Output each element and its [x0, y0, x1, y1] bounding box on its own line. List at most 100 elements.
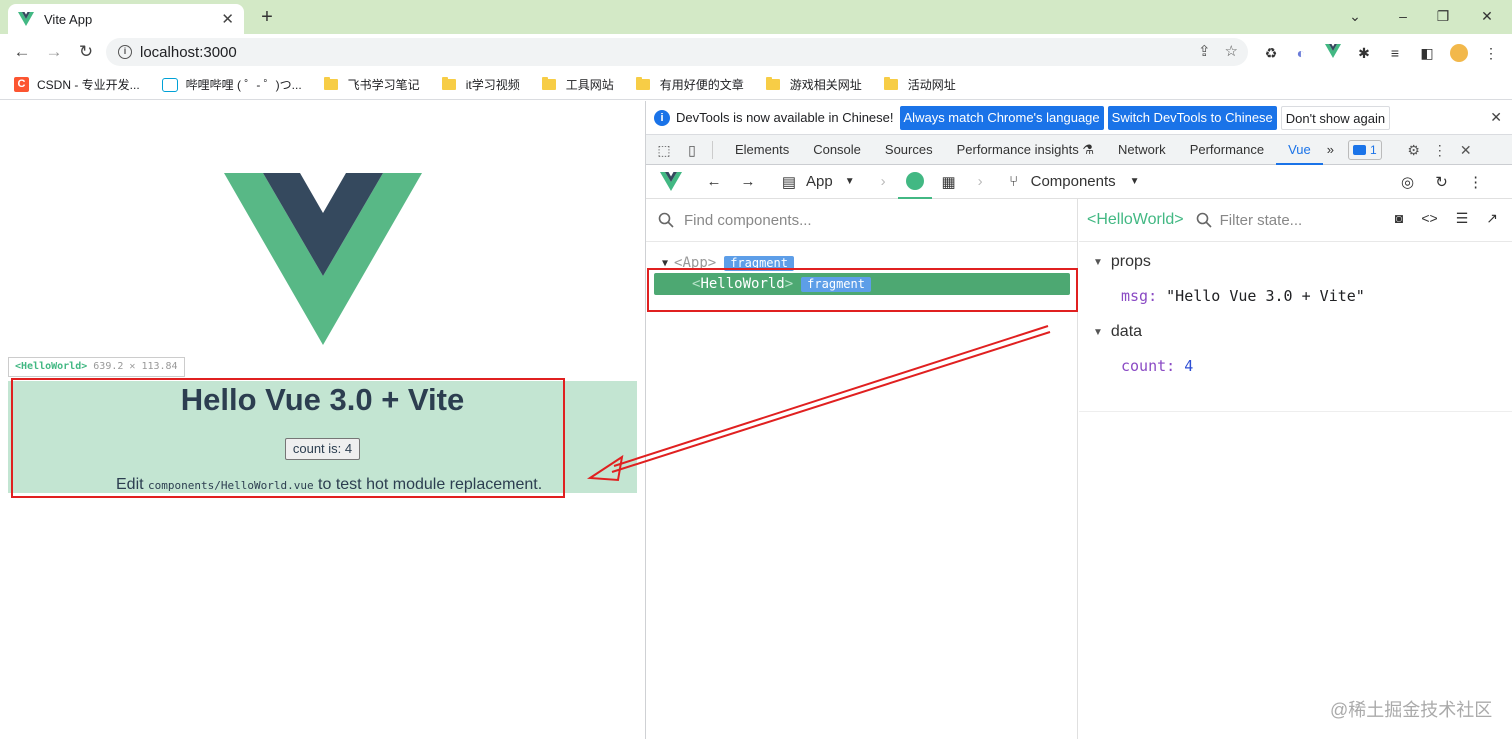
- tab-close-icon[interactable]: ✕: [221, 10, 234, 28]
- vue-menu-icon[interactable]: ⋮: [1466, 173, 1486, 191]
- bookmark-item[interactable]: 哔哩哔哩 ( ゜- ゜)つ...: [161, 76, 302, 93]
- extensions-puzzle-icon[interactable]: ✱: [1355, 44, 1373, 62]
- app-dropdown-chevron-icon[interactable]: ▼: [845, 176, 855, 187]
- reading-list-icon[interactable]: ≡: [1386, 44, 1404, 62]
- inspect-element-icon[interactable]: ⬚: [654, 140, 674, 160]
- vue-devtools-extension-icon[interactable]: [1324, 44, 1342, 62]
- breadcrumb-chevron-icon: ›: [880, 173, 886, 190]
- folder-icon: [765, 77, 780, 90]
- tab-title: Vite App: [44, 11, 93, 27]
- bookmark-item[interactable]: 工具网站: [541, 76, 614, 93]
- tab-performance[interactable]: Performance: [1178, 135, 1276, 165]
- page-viewport: <HelloWorld> 639.2 ✕ 113.84 Hello Vue 3.…: [0, 101, 645, 739]
- bookmark-item[interactable]: 游戏相关网址: [765, 76, 862, 93]
- tab-performance-insights[interactable]: Performance insights ⚗: [945, 135, 1106, 165]
- csdn-icon: C: [14, 77, 29, 92]
- folder-icon: [323, 77, 338, 90]
- folder-icon: [635, 77, 650, 90]
- minimize-icon[interactable]: –: [1392, 6, 1414, 28]
- address-bar[interactable]: i localhost:3000 ⇪ ☆: [106, 38, 1248, 66]
- components-tree-icon[interactable]: ⑂: [1005, 173, 1023, 190]
- site-info-icon[interactable]: i: [118, 45, 132, 59]
- inspector-compass-icon[interactable]: [897, 165, 932, 199]
- more-tabs-icon[interactable]: »: [1323, 135, 1338, 165]
- reload-icon[interactable]: ↻: [74, 40, 98, 64]
- browser-tab[interactable]: Vite App ✕: [8, 4, 244, 34]
- collapse-triangle-icon[interactable]: ▼: [1093, 327, 1103, 338]
- open-in-editor-icon[interactable]: ↗: [1486, 210, 1498, 227]
- bookmark-item[interactable]: 活动网址: [883, 76, 956, 93]
- inspect-dom-icon[interactable]: ☰: [1456, 210, 1469, 227]
- address-url[interactable]: localhost:3000: [140, 44, 237, 61]
- select-component-target-icon[interactable]: ◎: [1398, 173, 1418, 191]
- extension-globe-icon[interactable]: ◐: [1292, 44, 1310, 62]
- bookmark-item[interactable]: C CSDN - 专业开发...: [14, 76, 140, 93]
- infobar-close-icon[interactable]: ✕: [1490, 109, 1502, 126]
- tab-separator: [712, 140, 713, 159]
- recycle-extension-icon[interactable]: ♻: [1262, 44, 1280, 62]
- expand-triangle-icon[interactable]: ▼: [662, 258, 668, 269]
- scroll-to-component-icon[interactable]: ◙: [1395, 210, 1403, 227]
- tab-search-chevron-icon[interactable]: ⌄: [1344, 6, 1366, 28]
- share-icon[interactable]: ⇪: [1198, 42, 1211, 60]
- switch-to-chinese-button[interactable]: Switch DevTools to Chinese: [1107, 105, 1277, 130]
- devtools-close-icon[interactable]: ✕: [1456, 140, 1476, 160]
- bookmark-item[interactable]: 飞书学习笔记: [323, 76, 420, 93]
- component-highlight-label: <HelloWorld> 639.2 ✕ 113.84: [8, 357, 185, 377]
- tab-network[interactable]: Network: [1106, 135, 1178, 165]
- history-back-icon[interactable]: ←: [704, 173, 724, 190]
- find-components-search[interactable]: Find components...: [646, 199, 1077, 242]
- filter-state-input[interactable]: Filter state...: [1220, 212, 1303, 229]
- data-section-header[interactable]: ▼ data: [1093, 323, 1142, 341]
- infobar-message: DevTools is now available in Chinese!: [676, 110, 894, 125]
- always-match-language-button[interactable]: Always match Chrome's language: [899, 105, 1104, 130]
- devtools-language-infobar: i DevTools is now available in Chinese! …: [646, 101, 1512, 135]
- close-window-icon[interactable]: ✕: [1476, 6, 1498, 28]
- bookmark-item[interactable]: it学习视频: [441, 76, 520, 93]
- devtools-menu-icon[interactable]: ⋮: [1430, 140, 1450, 160]
- selected-component-name: <HelloWorld>: [1087, 211, 1184, 228]
- devtools-settings-gear-icon[interactable]: ⚙: [1404, 140, 1424, 160]
- bookmark-item[interactable]: 有用好便的文章: [635, 76, 744, 93]
- folder-icon: [441, 77, 456, 90]
- timeline-icon[interactable]: ▦: [940, 173, 958, 191]
- restore-icon[interactable]: ❐: [1432, 6, 1454, 28]
- forward-icon[interactable]: →: [42, 40, 66, 64]
- app-selector-icon[interactable]: ▤: [780, 173, 798, 191]
- section-separator: [1079, 411, 1512, 412]
- search-icon: [658, 212, 674, 228]
- collapse-triangle-icon[interactable]: ▼: [1093, 257, 1103, 268]
- issues-counter[interactable]: 1: [1348, 139, 1382, 160]
- bilibili-icon: [161, 77, 178, 92]
- tab-vue[interactable]: Vue: [1276, 135, 1323, 165]
- new-tab-button[interactable]: +: [256, 6, 278, 28]
- dont-show-again-button[interactable]: Don't show again: [1280, 105, 1391, 130]
- browser-tab-strip: Vite App ✕ + ⌄ – ❐ ✕: [0, 0, 1512, 34]
- vue-favicon-icon: [18, 12, 34, 26]
- bookmarks-bar: C CSDN - 专业开发... 哔哩哔哩 ( ゜- ゜)つ... 飞书学习笔记 …: [0, 70, 1512, 100]
- back-icon[interactable]: ←: [10, 40, 34, 64]
- chrome-menu-icon[interactable]: ⋮: [1482, 44, 1500, 62]
- view-selector[interactable]: Components: [1031, 173, 1116, 190]
- app-selector[interactable]: App: [806, 173, 833, 190]
- annotation-box-page: [11, 378, 565, 498]
- history-forward-icon[interactable]: →: [738, 173, 758, 190]
- tab-elements[interactable]: Elements: [723, 135, 801, 165]
- info-icon: i: [654, 109, 670, 126]
- profile-avatar[interactable]: [1450, 44, 1468, 62]
- vue-devtools-toolbar: ← → ▤ App ▼ › ▦ › ⑂ Components ▼ ◎ ↻ ⋮: [646, 165, 1512, 199]
- device-toolbar-icon[interactable]: ▯: [682, 140, 702, 160]
- issues-icon: [1353, 144, 1366, 155]
- data-row-count[interactable]: count: 4: [1121, 357, 1193, 375]
- prop-row-msg[interactable]: msg: "Hello Vue 3.0 + Vite": [1121, 287, 1365, 305]
- folder-icon: [883, 77, 898, 90]
- props-section-header[interactable]: ▼ props: [1093, 253, 1151, 271]
- refresh-icon[interactable]: ↻: [1432, 173, 1452, 191]
- tab-sources[interactable]: Sources: [873, 135, 945, 165]
- tab-console[interactable]: Console: [801, 135, 873, 165]
- show-render-code-icon[interactable]: <>: [1421, 210, 1437, 227]
- side-panel-icon[interactable]: ◧: [1418, 44, 1436, 62]
- folder-icon: [541, 77, 556, 90]
- bookmark-star-icon[interactable]: ☆: [1225, 42, 1238, 60]
- view-dropdown-chevron-icon[interactable]: ▼: [1130, 176, 1140, 187]
